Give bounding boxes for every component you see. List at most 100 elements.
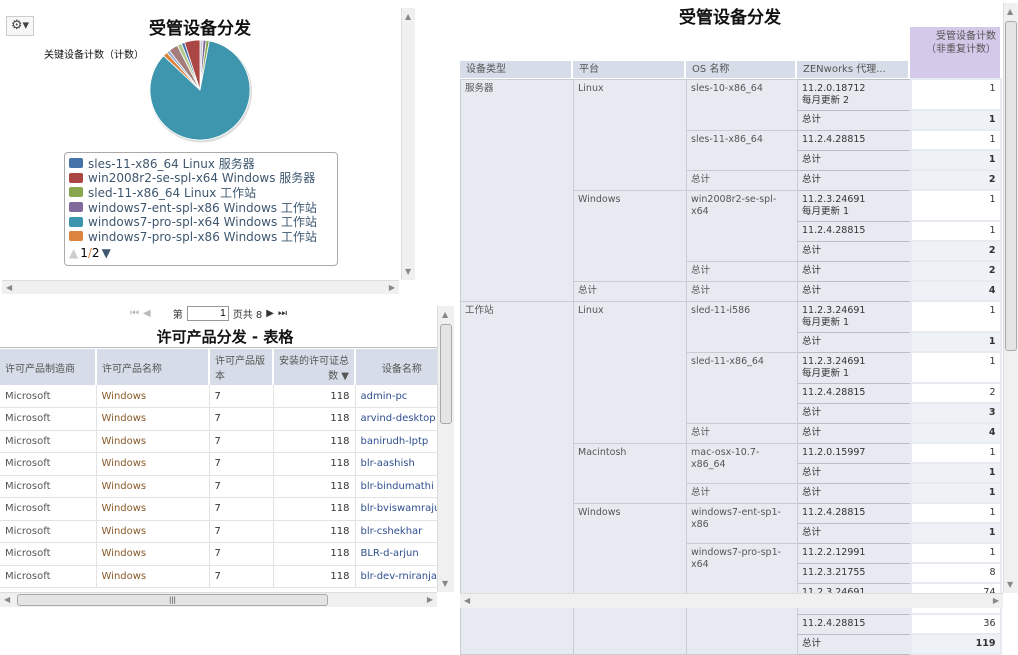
agent-version: 总计: [802, 113, 822, 125]
page-number-input[interactable]: [186, 306, 229, 321]
agent-cell: 11.2.0.15997: [797, 442, 911, 464]
license-table: 许可产品制造商 许可产品名称 许可产品版本 安装的许可证总数 ▼ 设备名称 Microso…: [0, 349, 450, 588]
legend-down-icon[interactable]: ▼: [102, 246, 111, 260]
agent-cell: 总计: [797, 462, 911, 484]
agent-cell: 11.2.4.28815: [797, 220, 911, 242]
os-name-cell: 总计: [686, 422, 798, 444]
os-name-cell: sled-11-x86_64: [686, 351, 798, 424]
table-cell: 7: [209, 520, 274, 543]
table-vertical-scrollbar[interactable]: ▲ ▼: [437, 306, 454, 592]
platform-cell: 总计: [573, 280, 687, 302]
table-cell: 7: [209, 475, 274, 498]
pivot-title: 受管设备分发: [679, 8, 781, 28]
legend-item[interactable]: win2008r2-se-spl-x64 Windows 服务器: [69, 171, 333, 185]
last-page-icon[interactable]: ⏭: [278, 308, 287, 319]
count-cell: 1: [909, 331, 1002, 353]
table-row[interactable]: Microsoft Windows 7 118 arvind-desktop: [0, 407, 450, 431]
count-cell: 1: [909, 502, 1002, 524]
device-type-cell: 服务器: [460, 78, 574, 302]
table-cell: Windows: [96, 385, 210, 408]
table-cell: 118: [273, 407, 356, 431]
table-cell: blr-aashish: [355, 452, 450, 476]
first-page-icon[interactable]: ⏮: [130, 308, 139, 319]
table-horizontal-scrollbar[interactable]: ◀ ||| ▶: [0, 592, 437, 607]
pivot-horizontal-scrollbar[interactable]: ◀ ▶: [460, 593, 1003, 608]
agent-cell: 总计: [797, 260, 911, 282]
legend-up-icon[interactable]: ▲: [69, 246, 78, 260]
agent-version: 总计: [802, 173, 822, 185]
next-page-icon[interactable]: ▶: [266, 308, 274, 319]
table-row[interactable]: Microsoft Windows 7 118 blr-aashish: [0, 452, 450, 476]
count-cell: 1: [909, 542, 1002, 564]
column-header[interactable]: 许可产品制造商: [0, 349, 97, 385]
column-header[interactable]: 安装的许可证总数 ▼: [273, 349, 356, 385]
table-cell: blr-bindumathi: [355, 475, 450, 498]
table-cell: Windows: [96, 452, 210, 476]
agent-version: 11.2.3.24691: [802, 355, 866, 367]
agent-cell: 11.2.0.18712 每月更新 2: [797, 78, 911, 111]
legend-item[interactable]: windows7-pro-spl-x86 Windows 工作站: [69, 229, 333, 244]
table-cell: blr-dev-rniranjan: [355, 565, 450, 588]
table-row[interactable]: Microsoft Windows 7 118 blr-dev-rniranjan: [0, 565, 450, 588]
table-row[interactable]: Microsoft Windows 7 118 banirudh-lptp: [0, 430, 450, 453]
table-row[interactable]: Microsoft Windows 7 118 blr-bindumathi: [0, 475, 450, 498]
table-cell: 7: [209, 542, 274, 566]
agent-cell: 11.2.3.21755: [797, 562, 911, 584]
count-cell: 1: [909, 189, 1002, 222]
table-row[interactable]: Microsoft Windows 7 118 blr-cshekhar: [0, 520, 450, 543]
agent-version: 11.2.4.28815: [802, 506, 866, 518]
count-cell: 1: [909, 220, 1002, 242]
agent-cell: 11.2.4.28815: [797, 382, 911, 404]
pivot-header: 设备类型 平台 OS 名称 ZENworks 代理...: [460, 61, 910, 78]
table-row[interactable]: Microsoft Windows 7 118 BLR-d-arjun: [0, 542, 450, 566]
count-cell: 1: [909, 78, 1002, 111]
table-cell: 7: [209, 497, 274, 521]
platform-cell: Windows: [573, 189, 687, 282]
agent-cell: 总计: [797, 422, 911, 444]
agent-cell: 总计: [797, 149, 911, 171]
agent-version: 总计: [802, 244, 822, 256]
agent-version: 总计: [802, 466, 822, 478]
col-os-name[interactable]: OS 名称: [686, 61, 797, 78]
legend-label: windows7-pro-spl-x86 Windows 工作站: [88, 229, 318, 244]
pivot-vertical-scrollbar[interactable]: ▲ ▼: [1003, 3, 1018, 593]
count-cell: 1: [909, 129, 1002, 151]
legend-pages: 2: [91, 245, 100, 260]
agent-version: 11.2.4.28815: [802, 133, 866, 145]
agent-version: 11.2.4.28815: [802, 224, 866, 236]
prev-page-icon[interactable]: ◀: [143, 308, 151, 319]
legend-item[interactable]: sles-11-x86_64 Linux 服务器: [69, 156, 333, 171]
legend-item[interactable]: windows7-ent-spl-x86 Windows 工作站: [69, 200, 333, 215]
gear-dropdown-icon[interactable]: ⚙▾: [6, 16, 34, 36]
table-cell: 118: [273, 430, 356, 453]
legend-item[interactable]: windows7-pro-spl-x64 Windows 工作站: [69, 214, 333, 229]
legend-page: 1: [80, 245, 88, 260]
agent-version: 总计: [802, 284, 822, 296]
table-cell: Microsoft: [0, 565, 97, 588]
column-header[interactable]: 许可产品名称: [96, 349, 210, 385]
col-device-type[interactable]: 设备类型: [460, 61, 573, 78]
column-header[interactable]: 许可产品版本: [209, 349, 274, 385]
table-row[interactable]: Microsoft Windows 7 118 blr-bviswamraju: [0, 497, 450, 521]
agent-cell: 总计: [797, 169, 911, 191]
agent-cell: 总计: [797, 482, 911, 504]
chart-vertical-scrollbar[interactable]: ▲ ▼: [401, 8, 415, 280]
legend-item[interactable]: sled-11-x86_64 Linux 工作站: [69, 185, 333, 200]
page-total: 页共 8: [232, 310, 263, 321]
legend-pager: ▲ 1/2 ▼: [69, 246, 333, 261]
os-name-cell: sles-10-x86_64: [686, 78, 798, 131]
chart-legend: sles-11-x86_64 Linux 服务器 win2008r2-se-spl…: [64, 152, 338, 266]
agent-version: 11.2.0.18712: [802, 82, 866, 94]
col-platform[interactable]: 平台: [573, 61, 686, 78]
agent-version: 总计: [802, 486, 822, 498]
agent-version: 11.2.3.24691: [802, 193, 866, 205]
count-cell: 4: [909, 280, 1002, 302]
platform-cell: Linux: [573, 78, 687, 191]
legend-swatch: [69, 187, 83, 198]
col-agent[interactable]: ZENworks 代理...: [797, 61, 910, 78]
column-header[interactable]: 设备名称: [355, 349, 450, 385]
chart-horizontal-scrollbar[interactable]: ◀ ▶: [2, 280, 399, 294]
agent-cell: 11.2.4.28815: [797, 129, 911, 151]
table-cell: blr-cshekhar: [355, 520, 450, 543]
table-row[interactable]: Microsoft Windows 7 118 admin-pc: [0, 385, 450, 408]
